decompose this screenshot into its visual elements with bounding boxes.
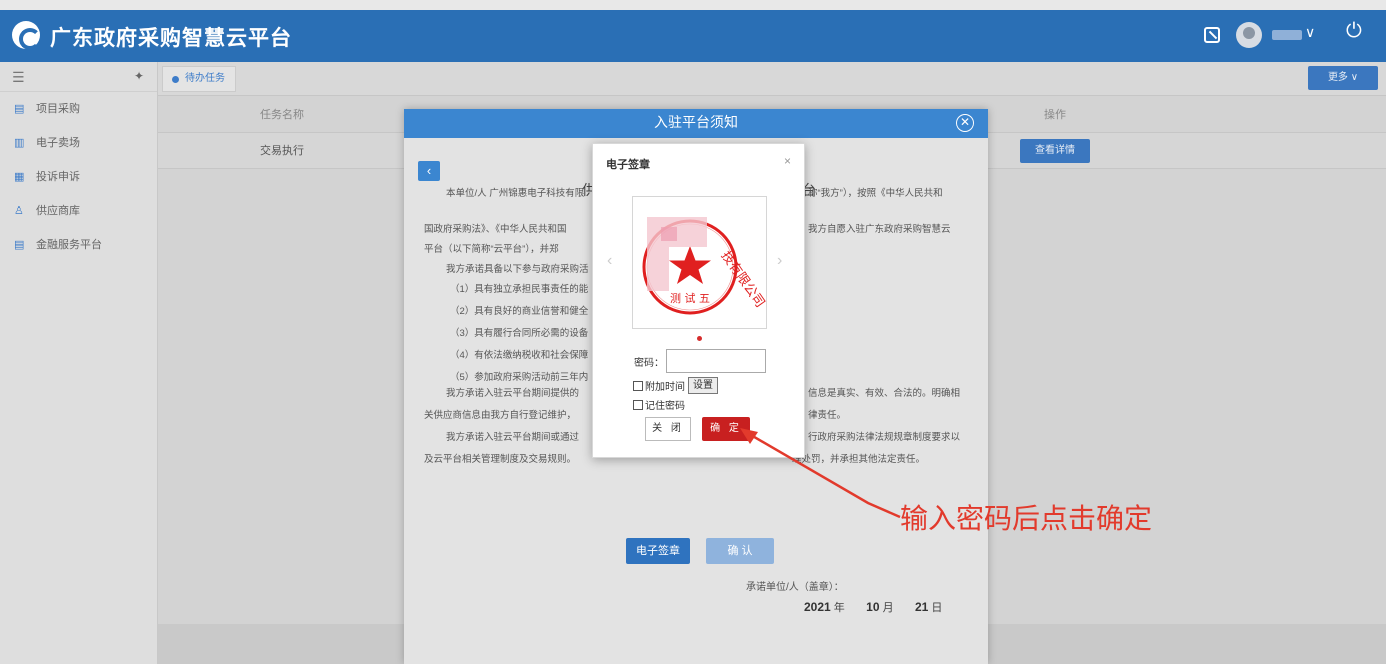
annotation-arrow-icon xyxy=(740,428,901,519)
annotation-text: 输入密码后点击确定 xyxy=(900,502,1153,535)
